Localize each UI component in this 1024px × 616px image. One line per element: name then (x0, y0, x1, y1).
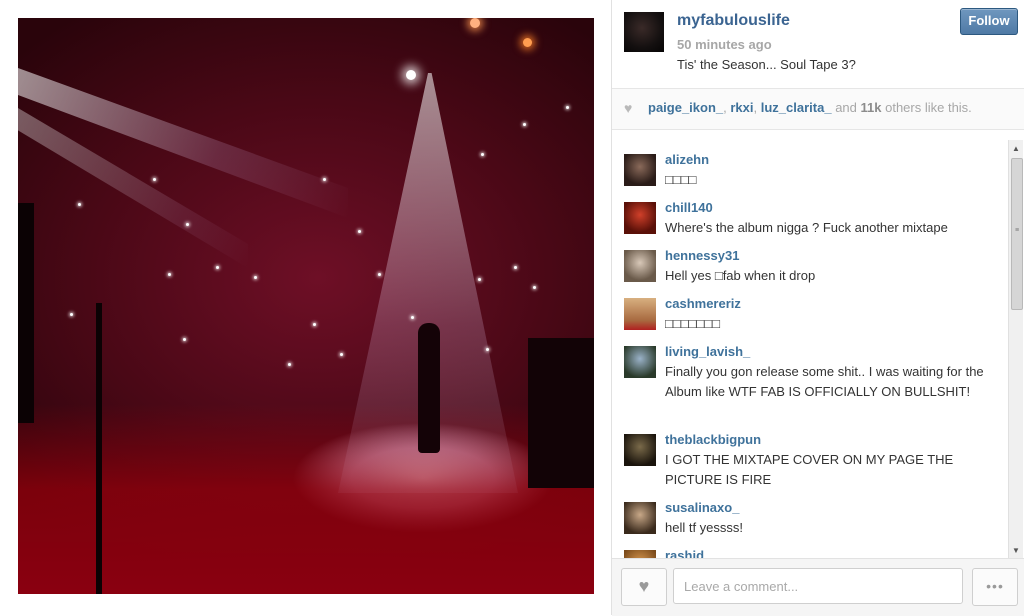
likes-and: and (831, 100, 861, 115)
comments-scrollbar[interactable]: ▲ ≡ ▼ (1008, 140, 1023, 560)
crowd-light (70, 313, 73, 316)
comment-username[interactable]: theblackbigpun (665, 432, 761, 447)
post-sidebar: myfabulouslife 50 minutes ago Tis' the S… (611, 0, 1024, 616)
comment-footer: ♥ ••• (612, 558, 1024, 616)
more-icon: ••• (986, 578, 1004, 594)
mic-stand (96, 303, 102, 594)
post-header: myfabulouslife 50 minutes ago Tis' the S… (612, 0, 1024, 89)
grip-icon: ≡ (1014, 227, 1020, 234)
crowd-light (186, 223, 189, 226)
avatar[interactable] (624, 502, 656, 534)
comment-input[interactable] (673, 568, 963, 604)
crowd-light (378, 273, 381, 276)
photo-pane (0, 0, 611, 615)
crowd-light (358, 230, 361, 233)
avatar[interactable] (624, 434, 656, 466)
likes-count[interactable]: 11k (861, 100, 882, 115)
avatar[interactable] (624, 250, 656, 282)
comment-username[interactable]: hennessy31 (665, 248, 739, 263)
speaker (18, 203, 34, 423)
comment-list: alizehn □□□□ chill140 Where's the album … (612, 140, 1008, 560)
crowd-light (566, 106, 569, 109)
crowd-light (533, 286, 536, 289)
comment-username[interactable]: susalinaxo_ (665, 500, 739, 515)
likes-text: paige_ikon_, rkxi, luz_clarita_ and 11k … (648, 100, 972, 115)
comment-text: I GOT THE MIXTAPE COVER ON MY PAGE THE P… (665, 452, 954, 487)
heart-icon: ♥ (624, 100, 633, 116)
more-options-button[interactable]: ••• (972, 568, 1018, 606)
comment-text: Where's the album nigga ? Fuck another m… (665, 220, 948, 235)
crowd-light (486, 348, 489, 351)
avatar[interactable] (624, 298, 656, 330)
crowd-light (481, 153, 484, 156)
stage-light (470, 18, 480, 28)
avatar[interactable] (624, 12, 664, 52)
scroll-thumb[interactable]: ≡ (1011, 158, 1023, 310)
post-photo[interactable] (18, 18, 594, 594)
comment-text: Hell yes □fab when it drop (665, 268, 816, 283)
likes-summary: ♥ paige_ikon_, rkxi, luz_clarita_ and 11… (612, 89, 1024, 130)
scroll-down-icon[interactable]: ▼ (1009, 544, 1023, 558)
like-button[interactable]: ♥ (621, 568, 667, 606)
crowd-light (514, 266, 517, 269)
crowd-light (153, 178, 156, 181)
likes-separator: , (753, 100, 761, 115)
likes-suffix: others like this. (881, 100, 972, 115)
stage-light (406, 70, 416, 80)
comment-username[interactable]: alizehn (665, 152, 709, 167)
comment-username[interactable]: cashmereriz (665, 296, 741, 311)
crowd-light (78, 203, 81, 206)
post-caption: Tis' the Season... Soul Tape 3? (677, 57, 856, 72)
comment-username[interactable]: living_lavish_ (665, 344, 750, 359)
performer-silhouette (418, 323, 440, 453)
like-user-link[interactable]: luz_clarita_ (761, 100, 832, 115)
comment-text: hell tf yessss! (665, 520, 744, 535)
avatar[interactable] (624, 154, 656, 186)
stage-floor (18, 404, 594, 594)
comment-text: □□□□□□□ (665, 316, 720, 331)
crowd-light (313, 323, 316, 326)
comment-text: □□□□ (665, 172, 697, 187)
crowd-light (523, 123, 526, 126)
avatar[interactable] (624, 346, 656, 378)
crowd-light (288, 363, 291, 366)
follow-button[interactable]: Follow (960, 8, 1018, 35)
speaker (528, 338, 594, 488)
crowd-light (340, 353, 343, 356)
crowd-light (323, 178, 326, 181)
spotlight-beam (18, 108, 248, 268)
post-username[interactable]: myfabulouslife (677, 12, 790, 30)
scroll-up-icon[interactable]: ▲ (1009, 142, 1023, 156)
stage-light (523, 38, 532, 47)
like-user-link[interactable]: rkxi (730, 100, 753, 115)
comment-text: Finally you gon release some shit.. I wa… (665, 364, 984, 399)
post-timestamp[interactable]: 50 minutes ago (677, 37, 772, 52)
crowd-light (411, 316, 414, 319)
crowd-light (168, 273, 171, 276)
spotlight-beam (18, 68, 348, 218)
like-user-link[interactable]: paige_ikon_ (648, 100, 723, 115)
crowd-light (254, 276, 257, 279)
crowd-light (478, 278, 481, 281)
comment-username[interactable]: chill140 (665, 200, 713, 215)
crowd-light (216, 266, 219, 269)
avatar[interactable] (624, 202, 656, 234)
heart-icon: ♥ (638, 576, 650, 596)
crowd-light (183, 338, 186, 341)
